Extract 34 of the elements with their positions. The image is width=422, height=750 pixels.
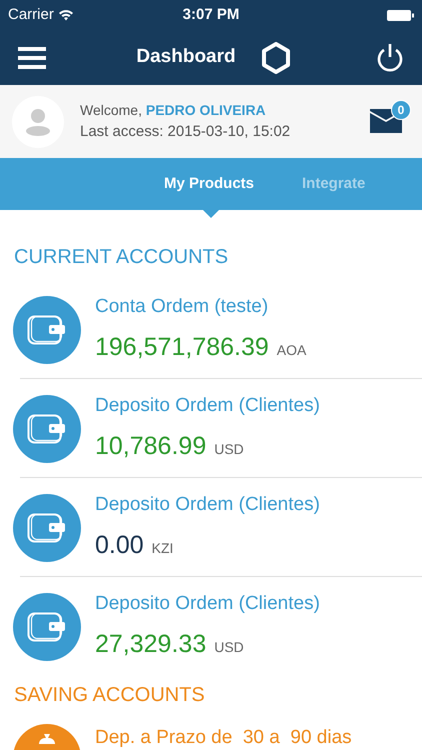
page-title: Dashboard [136, 45, 236, 70]
account-balance: 0.00 [95, 530, 144, 561]
account-name[interactable]: Conta Ordem (teste) [95, 292, 306, 321]
power-icon[interactable] [376, 42, 404, 72]
message-count-badge: 0 [391, 100, 411, 120]
avatar-icon [25, 108, 51, 136]
account-name[interactable]: Deposito Ordem (Clientes) [95, 590, 320, 618]
money-bag-icon [37, 734, 57, 744]
currency-code: USD [214, 440, 244, 459]
account-balance: 10,786.99 [95, 431, 206, 462]
wifi-icon [58, 9, 74, 21]
wallet-icon [27, 612, 67, 642]
wallet-icon [27, 512, 67, 542]
currency-code: AOA [276, 341, 306, 360]
carrier-label: Carrier [8, 4, 54, 25]
menu-icon[interactable] [18, 46, 46, 68]
wallet-icon [27, 414, 67, 444]
tab[interactable]: Integrate [302, 172, 366, 196]
account-balance: 196,571,786.39 [95, 332, 269, 363]
section-heading: SAVING ACCOUNTS [13, 683, 206, 708]
account-name[interactable]: Deposito Ordem (Clientes) [95, 392, 320, 420]
last-access-text: Last access: 2015-03-10, 15:02 [80, 122, 292, 142]
account-balance: 27,329.33 [95, 629, 206, 660]
account-name[interactable]: Deposito Ordem (Clientes) [95, 490, 320, 519]
tab[interactable]: My Products [164, 172, 254, 196]
currency-code: USD [214, 638, 244, 657]
wallet-icon [27, 314, 67, 344]
welcome-text: Welcome, PEDRO OLIVEIRA [80, 100, 267, 120]
status-time: 3:07 PM [182, 6, 240, 23]
battery-icon [387, 10, 414, 20]
settings-icon[interactable] [260, 42, 292, 74]
currency-code: KZI [152, 539, 174, 558]
account-name[interactable]: Dep. a Prazo de 30 a 90 dias [95, 724, 352, 750]
section-heading: CURRENT ACCOUNTS [13, 245, 230, 270]
